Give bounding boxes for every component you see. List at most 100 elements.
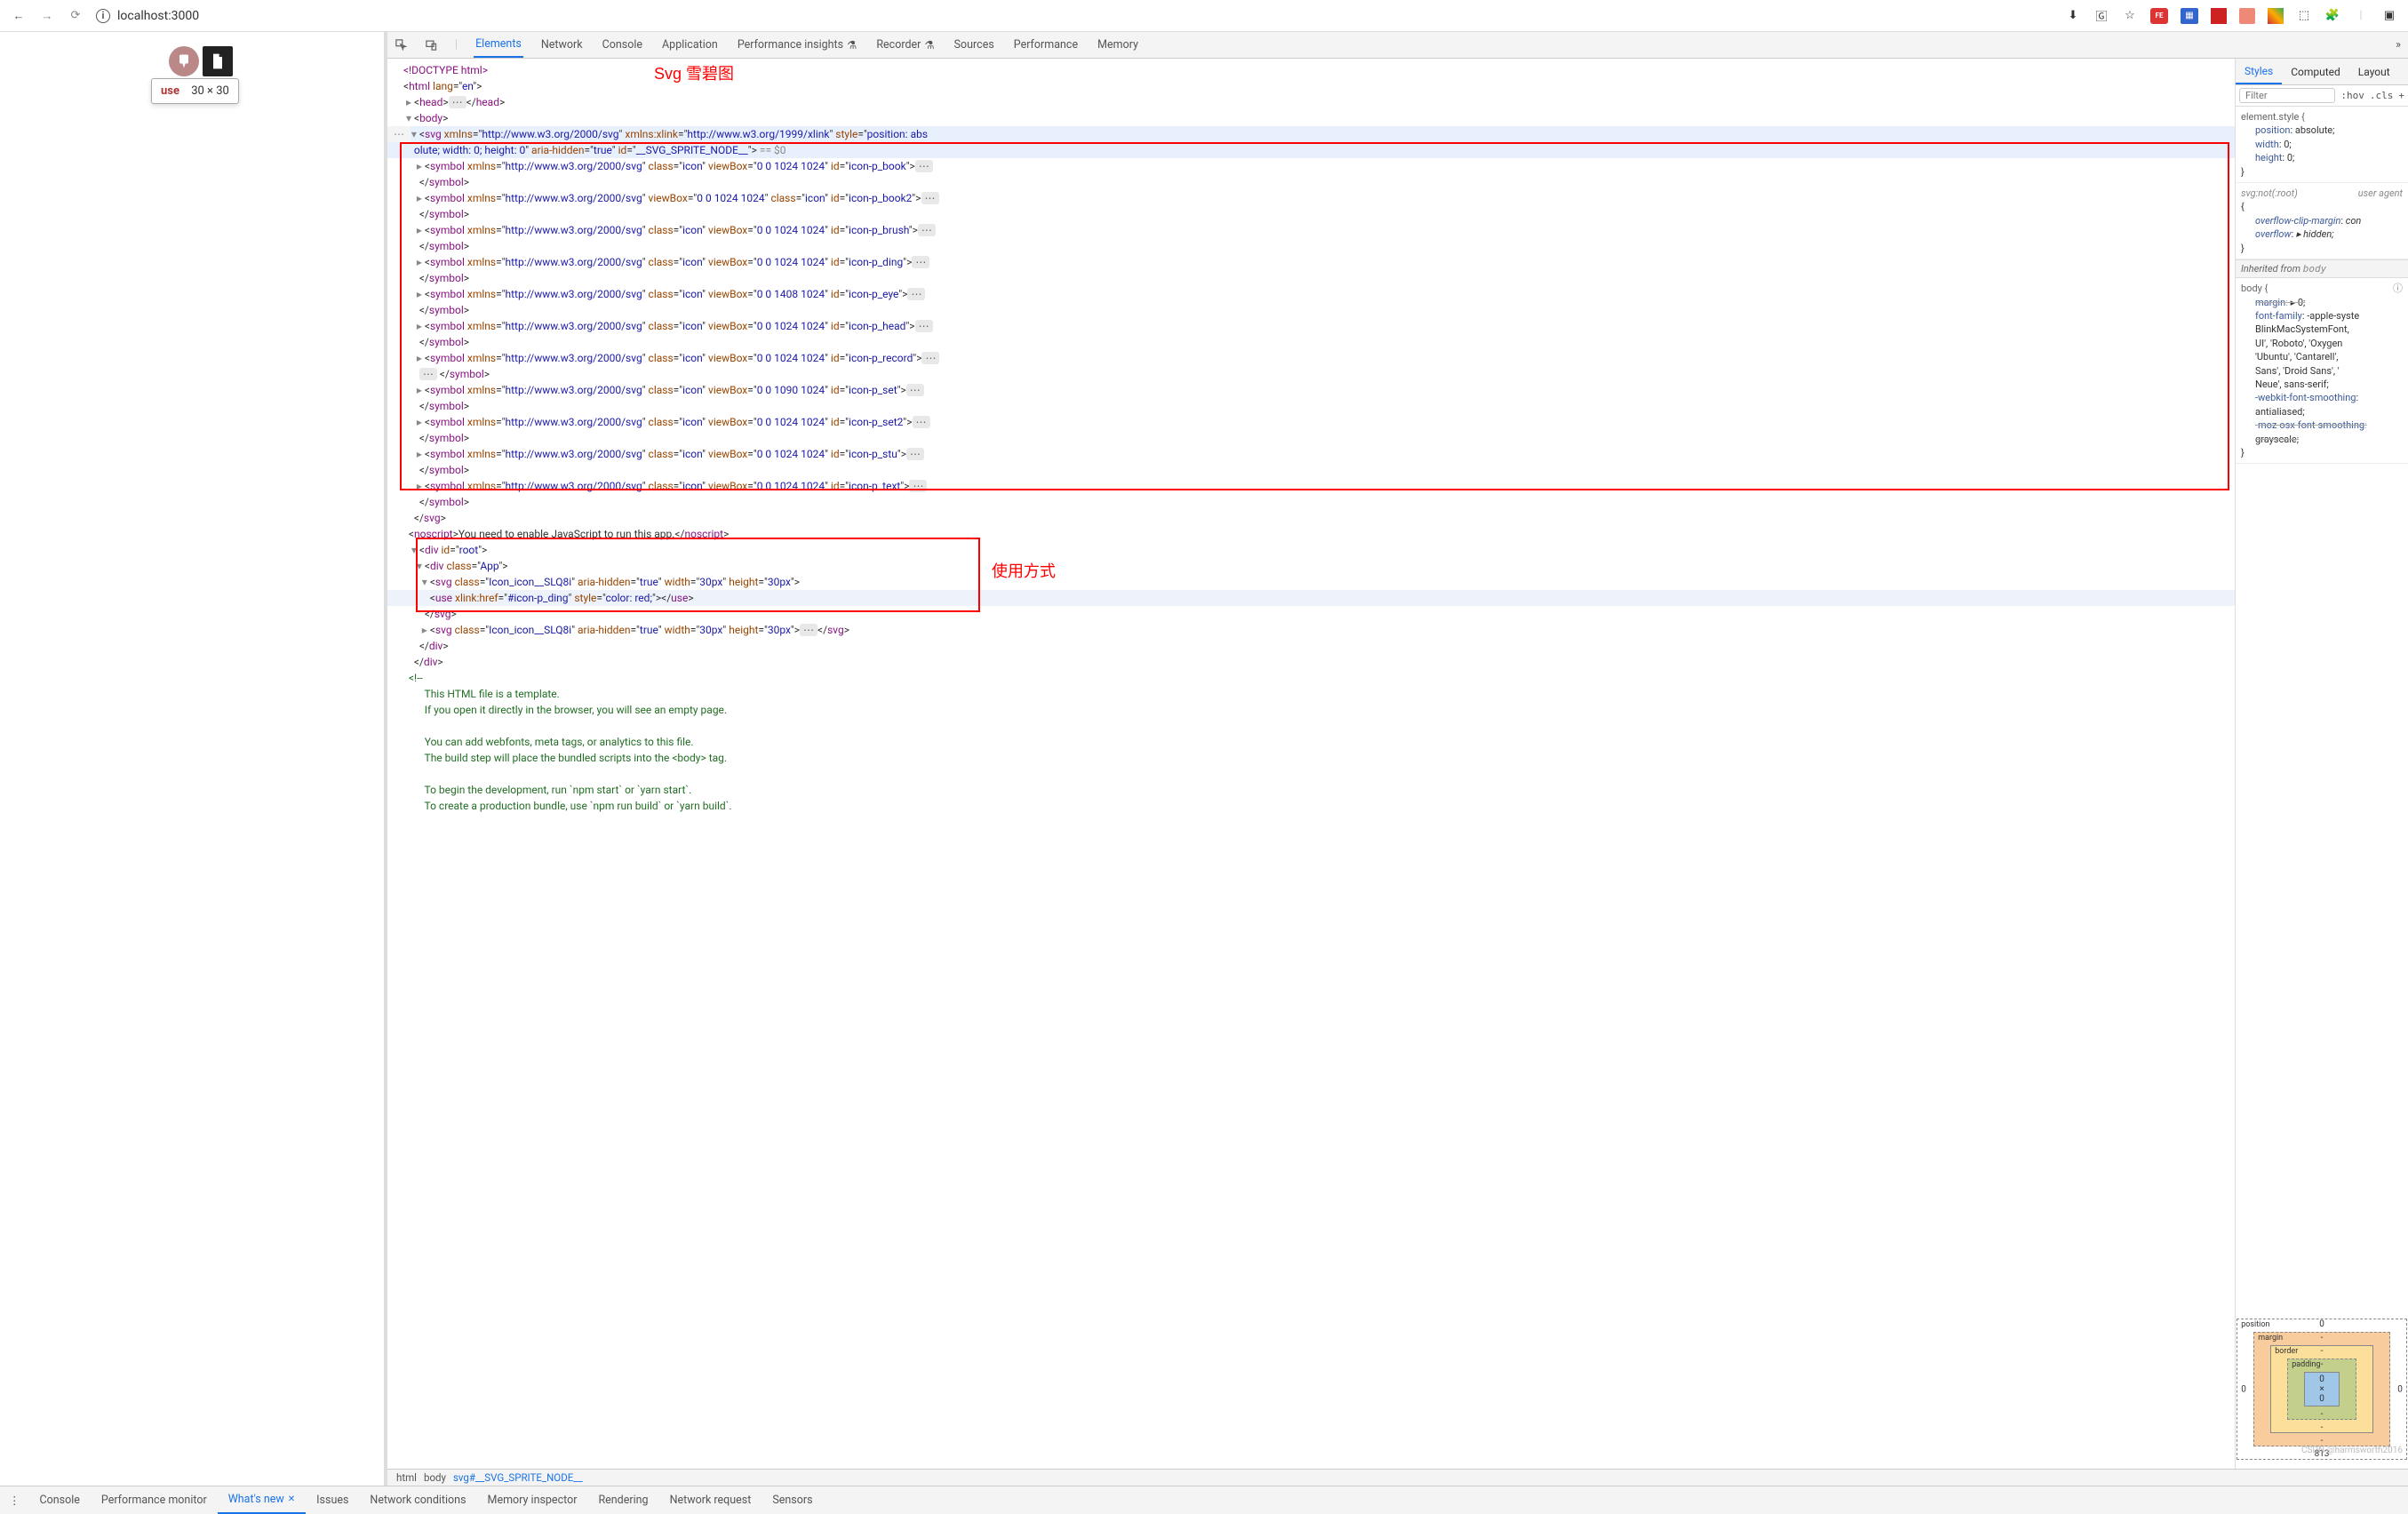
dom-line[interactable]: ▸<symbol xmlns="http://www.w3.org/2000/s…	[387, 318, 2235, 334]
drawer-menu-icon[interactable]: ⋮	[0, 1494, 29, 1508]
dom-line[interactable]	[387, 718, 2235, 734]
dom-line[interactable]: To begin the development, run `npm start…	[387, 782, 2235, 798]
css-rule[interactable]: element.style {position: absolute;width:…	[2236, 107, 2408, 183]
drawer-tab-what's-new[interactable]: What's new✕	[218, 1486, 306, 1514]
dom-line[interactable]: ▾<body>	[387, 110, 2235, 126]
devtools-tab-recorder[interactable]: Recorder ⚗	[874, 32, 936, 58]
more-tabs-icon[interactable]: »	[2396, 38, 2401, 52]
sidepanel-icon[interactable]: ▣	[2381, 8, 2397, 24]
ext-cal-icon[interactable]: ▦	[2181, 8, 2198, 24]
dom-line[interactable]: ▸<head>⋯</head>	[387, 94, 2235, 110]
dom-line[interactable]: <!--	[387, 670, 2235, 686]
drawer-tab-rendering[interactable]: Rendering	[587, 1486, 658, 1514]
dom-line[interactable]: </div>	[387, 638, 2235, 654]
dom-line[interactable]	[387, 766, 2235, 782]
install-icon[interactable]: ⬇	[2065, 8, 2081, 24]
dom-line[interactable]: ▸<symbol xmlns="http://www.w3.org/2000/s…	[387, 446, 2235, 462]
dom-line[interactable]: </symbol>	[387, 430, 2235, 446]
drawer-tab-network-request[interactable]: Network request	[659, 1486, 762, 1514]
drawer-tab-issues[interactable]: Issues	[306, 1486, 359, 1514]
dom-line[interactable]: ▸<symbol xmlns="http://www.w3.org/2000/s…	[387, 414, 2235, 430]
dom-line[interactable]: </symbol>	[387, 302, 2235, 318]
dom-line[interactable]: ▾<div class="App">	[387, 558, 2235, 574]
devtools-tab-application[interactable]: Application	[660, 32, 720, 58]
css-rule[interactable]: body {ⓘmargin: ▸ 0;font-family: -apple-s…	[2236, 278, 2408, 464]
devtools-tab-performance-insights[interactable]: Performance insights ⚗	[736, 32, 859, 58]
css-rules[interactable]: element.style {position: absolute;width:…	[2236, 107, 2408, 1310]
breadcrumb-item[interactable]: html	[396, 1471, 417, 1484]
dom-line[interactable]: </symbol>	[387, 462, 2235, 478]
site-info-icon[interactable]: i	[96, 9, 110, 23]
dom-line[interactable]: You can add webfonts, meta tags, or anal…	[387, 734, 2235, 750]
devtools-tab-console[interactable]: Console	[601, 32, 644, 58]
dom-line[interactable]: </symbol>	[387, 398, 2235, 414]
dom-line[interactable]: ▾<div id="root">	[387, 542, 2235, 558]
dom-line[interactable]: </symbol>	[387, 238, 2235, 254]
ext-fe-icon[interactable]: FE	[2150, 8, 2168, 24]
back-icon[interactable]: ←	[11, 8, 27, 24]
dom-line[interactable]: </div>	[387, 654, 2235, 670]
dom-line[interactable]: olute; width: 0; height: 0" aria-hidden=…	[387, 142, 2235, 158]
dom-line[interactable]: ▸<symbol xmlns="http://www.w3.org/2000/s…	[387, 382, 2235, 398]
dom-line[interactable]: ⋯ ▾<svg xmlns="http://www.w3.org/2000/sv…	[387, 126, 2235, 142]
dom-line[interactable]: <html lang="en">	[387, 78, 2235, 94]
translate-icon[interactable]: 🄶	[2093, 8, 2109, 24]
close-icon[interactable]: ✕	[288, 1494, 295, 1504]
dom-line[interactable]: ▸<symbol xmlns="http://www.w3.org/2000/s…	[387, 158, 2235, 174]
cls-button[interactable]: .cls	[2370, 90, 2394, 101]
styles-tab-computed[interactable]: Computed	[2282, 59, 2349, 84]
bookmark-icon[interactable]: ☆	[2122, 8, 2138, 24]
dom-line[interactable]: </svg>	[387, 510, 2235, 526]
dom-line[interactable]: </symbol>	[387, 494, 2235, 510]
dom-line[interactable]: ▸<symbol xmlns="http://www.w3.org/2000/s…	[387, 478, 2235, 494]
devtools-tab-performance[interactable]: Performance	[1012, 32, 1080, 58]
breadcrumb-item[interactable]: svg#__SVG_SPRITE_NODE__	[453, 1471, 583, 1484]
add-rule-button[interactable]: +	[2398, 90, 2404, 101]
dom-line[interactable]: ▸<symbol xmlns="http://www.w3.org/2000/s…	[387, 254, 2235, 270]
dom-line[interactable]: ▾<svg class="Icon_icon__SLQ8i" aria-hidd…	[387, 574, 2235, 590]
dom-line[interactable]: ▸<symbol xmlns="http://www.w3.org/2000/s…	[387, 222, 2235, 238]
dom-line[interactable]: </symbol>	[387, 334, 2235, 350]
drawer-tab-performance-monitor[interactable]: Performance monitor	[91, 1486, 218, 1514]
styles-tab-layout[interactable]: Layout	[2349, 59, 2399, 84]
preview-ding-icon[interactable]	[169, 46, 199, 76]
dom-line[interactable]: The build step will place the bundled sc…	[387, 750, 2235, 766]
extensions-icon[interactable]: 🧩	[2324, 8, 2340, 24]
dom-line[interactable]: ▸<symbol xmlns="http://www.w3.org/2000/s…	[387, 190, 2235, 206]
devtools-tab-network[interactable]: Network	[539, 32, 585, 58]
inspect-icon[interactable]	[395, 38, 409, 52]
tag-icon[interactable]: ⬚	[2296, 8, 2312, 24]
ublock-icon[interactable]	[2211, 8, 2227, 24]
drawer-tab-network-conditions[interactable]: Network conditions	[359, 1486, 476, 1514]
devtools-tab-elements[interactable]: Elements	[474, 32, 523, 58]
devtools-tab-memory[interactable]: Memory	[1096, 32, 1140, 58]
drawer-tab-sensors[interactable]: Sensors	[761, 1486, 823, 1514]
dom-line[interactable]: </symbol>	[387, 270, 2235, 286]
dom-line[interactable]: ▸<symbol xmlns="http://www.w3.org/2000/s…	[387, 286, 2235, 302]
dom-line[interactable]: ▸<svg class="Icon_icon__SLQ8i" aria-hidd…	[387, 622, 2235, 638]
reload-icon[interactable]: ⟳	[68, 8, 84, 24]
drawer-tab-memory-inspector[interactable]: Memory inspector	[477, 1486, 588, 1514]
dom-breadcrumb[interactable]: html body svg#__SVG_SPRITE_NODE__	[387, 1469, 2408, 1486]
styles-tab-styles[interactable]: Styles	[2236, 59, 2282, 84]
dom-line[interactable]: ⋯ </symbol>	[387, 366, 2235, 382]
dom-line[interactable]: <use xlink:href="#icon-p_ding" style="co…	[387, 590, 2235, 606]
dom-line[interactable]: ▸<symbol xmlns="http://www.w3.org/2000/s…	[387, 350, 2235, 366]
devtools-tab-sources[interactable]: Sources	[953, 32, 996, 58]
preview-doc-icon[interactable]	[203, 46, 233, 76]
elements-dom-tree[interactable]: Svg 雪碧图 <!DOCTYPE html> <html lang="en">…	[387, 59, 2235, 1469]
dom-line[interactable]: </svg>	[387, 606, 2235, 622]
dom-line[interactable]: <!DOCTYPE html>	[387, 62, 2235, 78]
drawer-tab-console[interactable]: Console	[29, 1486, 91, 1514]
address-bar[interactable]: i localhost:3000	[96, 9, 199, 23]
dom-line[interactable]: </symbol>	[387, 206, 2235, 222]
breadcrumb-item[interactable]: body	[424, 1471, 446, 1484]
info-icon[interactable]: ⓘ	[2393, 282, 2403, 295]
dom-line[interactable]: To create a production bundle, use `npm …	[387, 798, 2235, 814]
css-rule[interactable]: svg:not(:root)user agent{overflow-clip-m…	[2236, 183, 2408, 259]
dom-line[interactable]: This HTML file is a template.	[387, 686, 2235, 702]
hov-button[interactable]: :hov	[2340, 90, 2364, 101]
dom-line[interactable]: If you open it directly in the browser, …	[387, 702, 2235, 718]
forward-icon[interactable]: →	[39, 8, 55, 24]
dom-line[interactable]: </symbol>	[387, 174, 2235, 190]
